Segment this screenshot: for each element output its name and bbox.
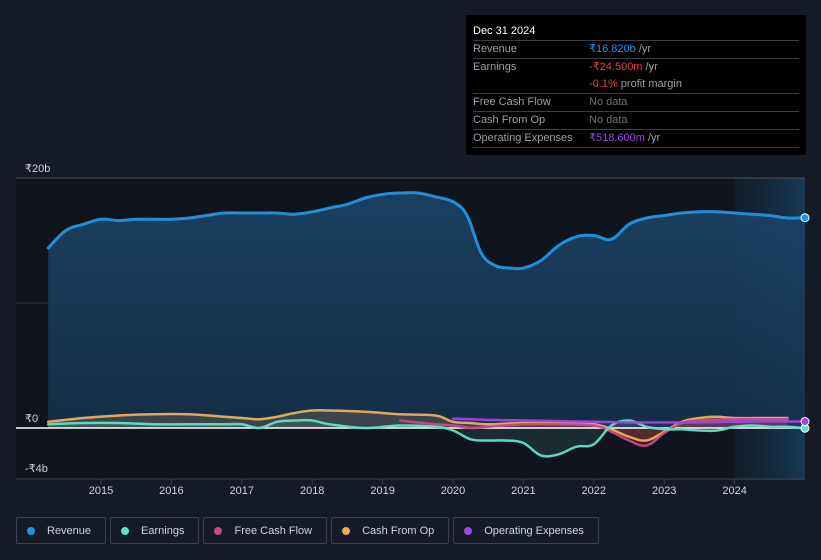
x-tick-label: 2024: [722, 485, 746, 497]
tooltip-row-free-cash-flow: Free Cash Flow No data: [473, 94, 799, 112]
tooltip-label: Cash From Op: [473, 114, 546, 126]
x-tick-label: 2023: [652, 485, 676, 497]
earnings-dot-icon: [121, 526, 130, 535]
legend: Revenue Earnings Free Cash Flow Cash Fro…: [16, 517, 599, 544]
tooltip-suffix: profit margin: [617, 78, 682, 90]
tooltip-suffix: /yr: [644, 132, 661, 144]
y-tick-label: -₹4b: [25, 463, 48, 475]
x-tick-label: 2015: [89, 485, 113, 497]
legend-label: Operating Expenses: [484, 524, 584, 537]
revenue-dot-icon: [27, 526, 35, 535]
x-tick-label: 2019: [370, 485, 394, 497]
tooltip-value: No data: [589, 114, 628, 126]
legend-label: Revenue: [47, 524, 92, 537]
tooltip-row-earnings: Earnings -₹24.500m /yr: [473, 59, 799, 76]
series-areas: [48, 192, 805, 457]
tooltip-value: ₹518.600m: [589, 132, 645, 144]
legend-item-operating-expenses[interactable]: Operating Expenses: [453, 517, 599, 544]
x-tick-label: 2016: [159, 485, 183, 497]
x-tick-label: 2018: [300, 485, 324, 497]
free-cash-flow-dot-icon: [214, 526, 223, 535]
tooltip-label: Earnings: [473, 61, 517, 73]
tooltip-label: Free Cash Flow: [473, 96, 551, 108]
operating-expenses-end-marker: [800, 417, 810, 426]
tooltip-date: Dec 31 2024: [473, 23, 799, 41]
legend-item-cash-from-op[interactable]: Cash From Op: [331, 517, 450, 544]
legend-item-free-cash-flow[interactable]: Free Cash Flow: [203, 517, 328, 544]
tooltip-row-cash-from-op: Cash From Op No data: [473, 112, 799, 130]
x-tick-label: 2021: [511, 485, 535, 497]
tooltip-row-operating-expenses: Operating Expenses ₹518.600m /yr: [473, 130, 799, 148]
tooltip-value: No data: [589, 96, 628, 108]
y-tick-label: ₹20b: [25, 163, 50, 175]
legend-label: Cash From Op: [362, 524, 435, 537]
tooltip-row-profit-margin: -0.1% profit margin: [473, 76, 799, 94]
legend-label: Free Cash Flow: [234, 524, 313, 537]
operating-expenses-dot-icon: [464, 526, 473, 535]
tooltip-row-revenue: Revenue ₹16.820b /yr: [473, 41, 799, 59]
revenue-end-marker: [800, 213, 810, 223]
x-tick-label: 2017: [230, 485, 254, 497]
tooltip: Dec 31 2024 Revenue ₹16.820b /yr Earning…: [466, 15, 806, 155]
x-tick-label: 2020: [441, 485, 465, 497]
tooltip-value: -₹24.500m: [589, 61, 643, 73]
tooltip-label: Revenue: [473, 43, 518, 55]
legend-item-earnings[interactable]: Earnings: [110, 517, 200, 544]
tooltip-suffix: /yr: [642, 61, 658, 73]
x-tick-label: 2022: [582, 485, 606, 497]
tooltip-value: ₹16.820b: [589, 43, 636, 55]
tooltip-label: [473, 76, 589, 93]
legend-item-revenue[interactable]: Revenue: [16, 517, 107, 544]
revenue-area: [48, 192, 805, 428]
y-tick-label: ₹0: [25, 413, 38, 425]
tooltip-value: -0.1%: [589, 78, 618, 90]
cash-from-op-dot-icon: [342, 526, 351, 535]
x-axis: 2015 2016 2017 2018 2019 2020 2021 2022 2023 2024: [16, 478, 805, 497]
legend-label: Earnings: [141, 524, 185, 537]
tooltip-label: Operating Expenses: [473, 132, 573, 144]
tooltip-suffix: /yr: [635, 43, 652, 55]
